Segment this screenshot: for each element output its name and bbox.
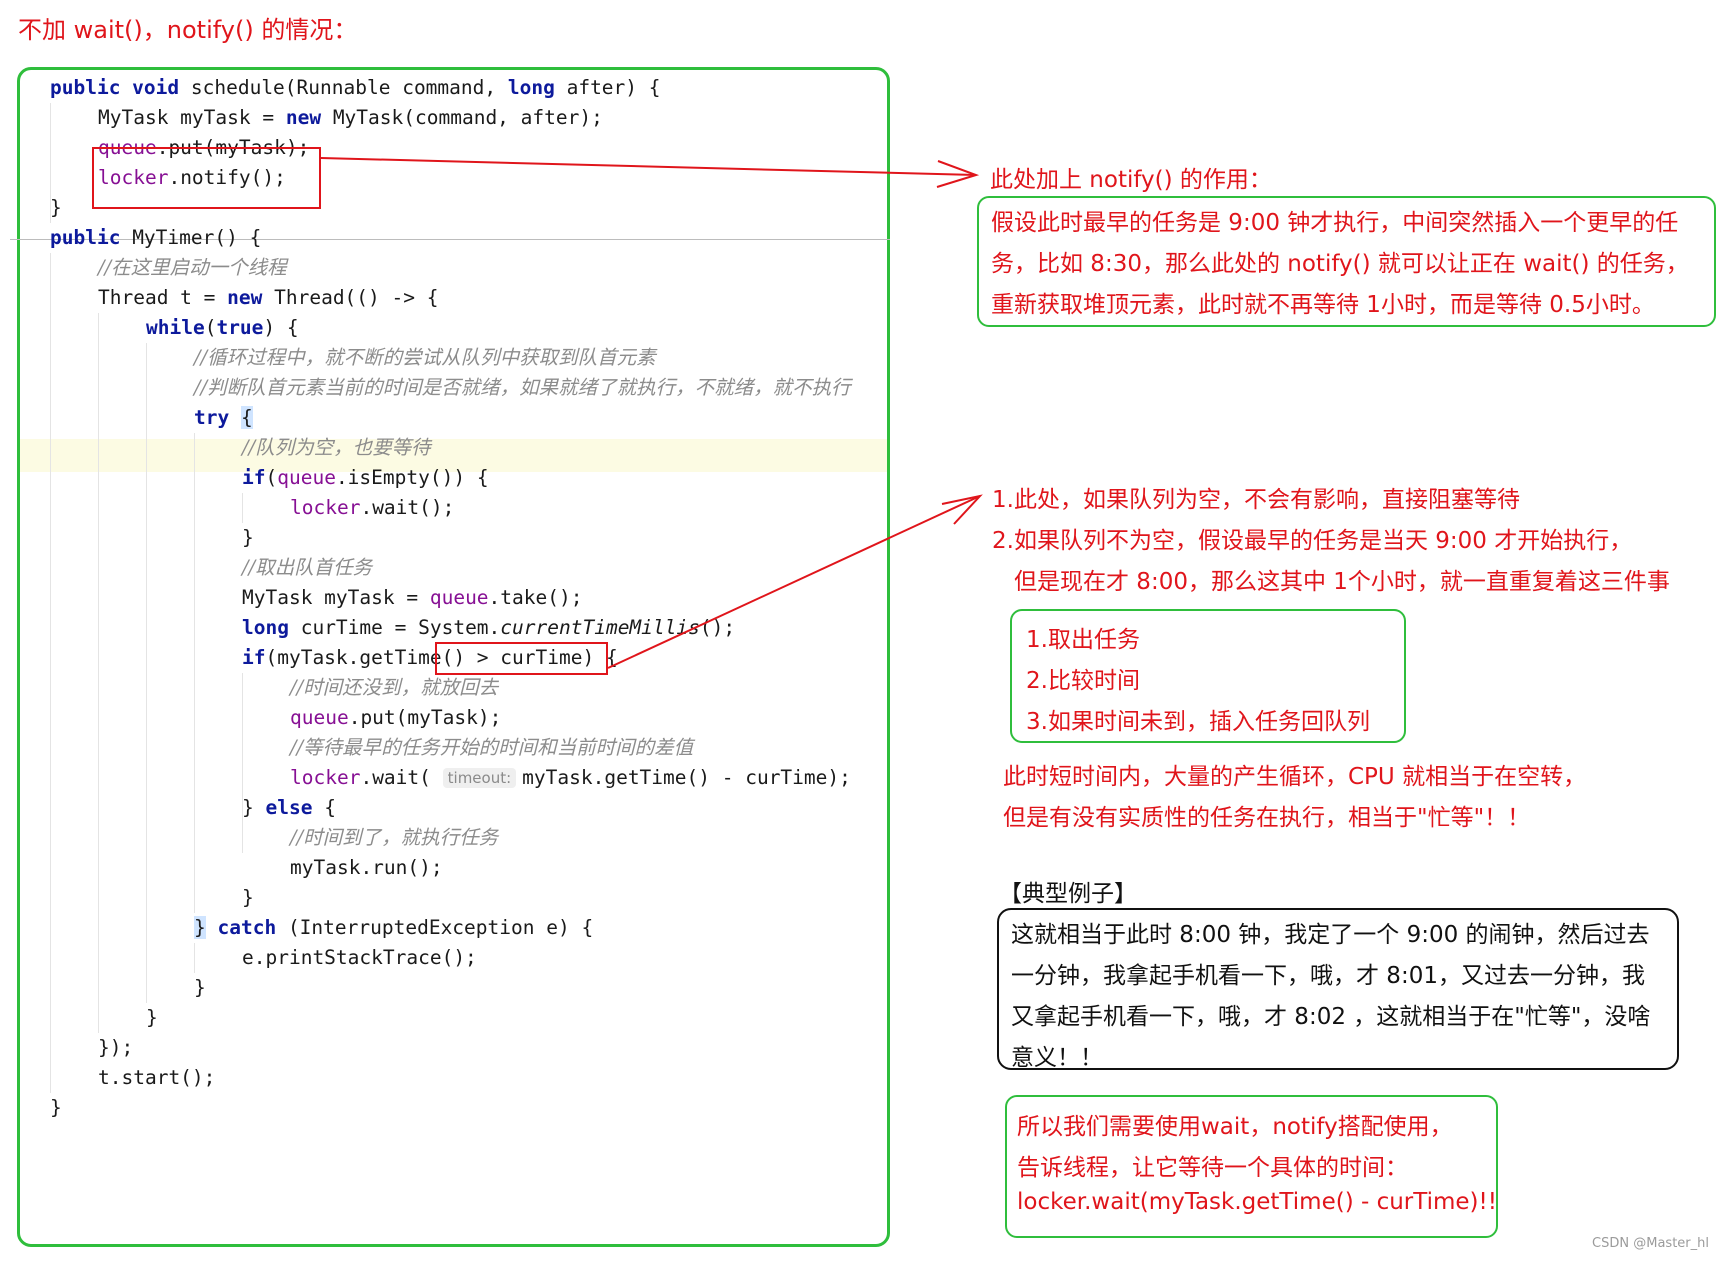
notify-note-line: 务，比如 8:30，那么此处的 notify() 就可以让正在 wait() 的… xyxy=(991,251,1689,277)
notify-explanation-box: 假设此时最早的任务是 9:00 钟才执行，中间突然插入一个更早的任 务，比如 8… xyxy=(977,196,1716,327)
example-heading: 【典型例子】 xyxy=(999,881,1137,907)
annotation-arrows xyxy=(320,157,983,669)
notify-note-heading: 此处加上 notify() 的作用： xyxy=(990,167,1272,193)
example-box: 这就相当于此时 8:00 钟，我定了一个 9:00 的闹钟，然后过去 一分钟，我… xyxy=(997,908,1679,1071)
step-item: 1.取出任务 xyxy=(1026,627,1140,653)
take-note-line: 但是现在才 8:00，那么这其中 1个小时，就一直重复着这三件事 xyxy=(1014,569,1670,595)
notify-note-line: 重新获取堆顶元素，此时就不再等待 1小时，而是等待 0.5小时。 xyxy=(991,292,1655,318)
step-item: 3.如果时间未到，插入任务回队列 xyxy=(1026,709,1370,735)
example-line: 又拿起手机看一下，哦，才 8:02 ，这就相当于在"忙等"，没啥 xyxy=(1011,1004,1651,1030)
conclusion-line: 所以我们需要使用wait，notify搭配使用， xyxy=(1017,1114,1453,1140)
conclusion-line: 告诉线程，让它等待一个具体的时间： xyxy=(1017,1155,1408,1181)
steps-box: 1.取出任务 2.比较时间 3.如果时间未到，插入任务回队列 xyxy=(1010,609,1406,743)
notify-note-line: 假设此时最早的任务是 9:00 钟才执行，中间突然插入一个更早的任 xyxy=(991,210,1679,236)
watermark: CSDN @Master_hl xyxy=(1592,1236,1709,1251)
notify-arrow xyxy=(320,157,980,188)
conclusion-box: 所以我们需要使用wait，notify搭配使用， 告诉线程，让它等待一个具体的时… xyxy=(1005,1095,1498,1238)
step-item: 2.比较时间 xyxy=(1026,668,1140,694)
example-line: 一分钟，我拿起手机看一下，哦，才 8:01，又过去一分钟，我 xyxy=(1011,963,1645,989)
conclusion-line: locker.wait(myTask.getTime() - curTime)!… xyxy=(1017,1189,1497,1215)
example-line: 意义！！ xyxy=(1011,1045,1103,1071)
take-note-line: 2.如果队列不为空，假设最早的任务是当天 9:00 才开始执行， xyxy=(992,528,1633,554)
busy-wait-note: 此时短时间内，大量的产生循环，CPU 就相当于在空转， xyxy=(1003,764,1587,790)
take-arrow xyxy=(607,494,983,669)
busy-wait-note: 但是有没有实质性的任务在执行，相当于"忙等"！！ xyxy=(1003,805,1531,831)
take-note-line: 1.此处，如果队列为空，不会有影响，直接阻塞等待 xyxy=(992,487,1520,513)
example-line: 这就相当于此时 8:00 钟，我定了一个 9:00 的闹钟，然后过去 xyxy=(1011,922,1650,948)
